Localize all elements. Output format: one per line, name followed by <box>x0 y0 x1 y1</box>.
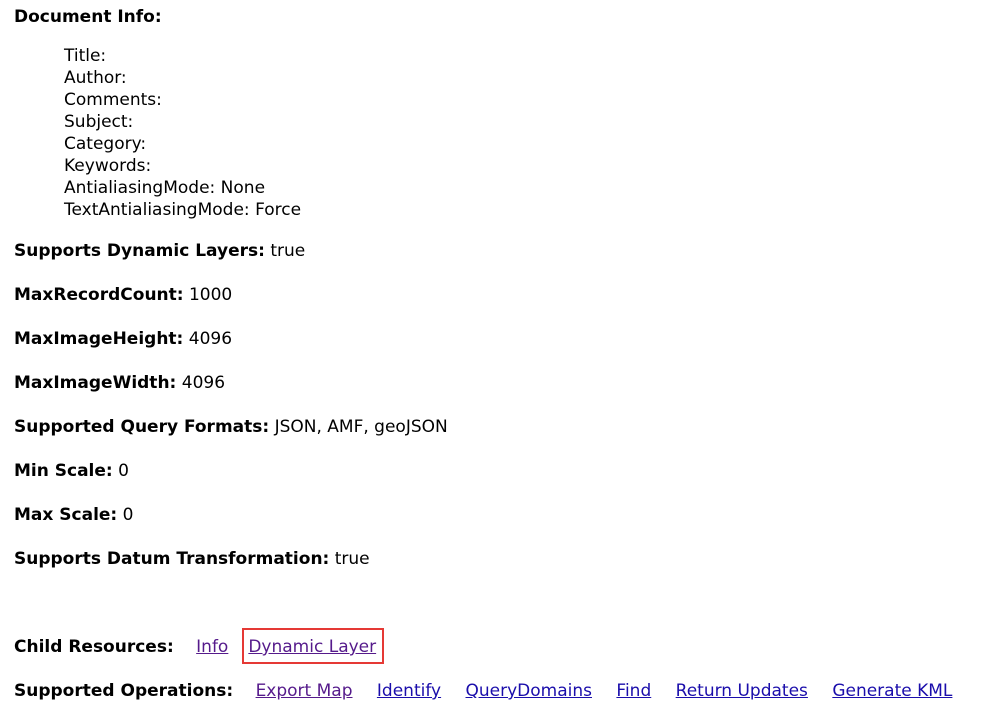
child-resources-row: Child Resources: Info Dynamic Layer <box>14 628 385 664</box>
generate-kml-link[interactable]: Generate KML <box>832 681 952 701</box>
prop-max-scale: Max Scale: 0 <box>14 505 134 525</box>
document-info-list: Title: Author: Comments: Subject: Catego… <box>64 45 301 221</box>
doc-info-author: Author: <box>64 68 127 88</box>
dynamic-layer-link[interactable]: Dynamic Layer <box>248 637 376 657</box>
prop-supported-query-formats: Supported Query Formats: JSON, AMF, geoJ… <box>14 417 448 437</box>
doc-info-comments: Comments: <box>64 90 162 110</box>
doc-info-subject: Subject: <box>64 112 134 132</box>
info-link[interactable]: Info <box>196 637 228 657</box>
prop-max-image-height: MaxImageHeight: 4096 <box>14 329 233 349</box>
query-domains-link[interactable]: QueryDomains <box>466 681 593 701</box>
prop-supports-datum-transformation: Supports Datum Transformation: true <box>14 549 370 569</box>
doc-info-category: Category: <box>64 134 147 154</box>
find-link[interactable]: Find <box>616 681 651 701</box>
doc-info-keywords: Keywords: <box>64 156 152 176</box>
document-info-heading: Document Info: <box>14 7 162 27</box>
doc-info-text-antialiasing-mode: TextAntialiasingMode: Force <box>64 200 302 220</box>
prop-max-image-width: MaxImageWidth: 4096 <box>14 373 226 393</box>
prop-min-scale: Min Scale: 0 <box>14 461 129 481</box>
supported-operations-label: Supported Operations: <box>14 681 234 701</box>
return-updates-link[interactable]: Return Updates <box>676 681 808 701</box>
prop-max-record-count: MaxRecordCount: 1000 <box>14 285 233 305</box>
dynamic-layer-highlight: Dynamic Layer <box>242 628 385 664</box>
doc-info-antialiasing-mode: AntialiasingMode: None <box>64 178 266 198</box>
identify-link[interactable]: Identify <box>377 681 441 701</box>
child-resources-label: Child Resources: <box>14 637 174 657</box>
export-map-link[interactable]: Export Map <box>256 681 353 701</box>
prop-supports-dynamic-layers: Supports Dynamic Layers: true <box>14 241 306 261</box>
doc-info-title: Title: <box>64 46 107 66</box>
supported-operations-row: Supported Operations: Export Map Identif… <box>14 680 952 702</box>
